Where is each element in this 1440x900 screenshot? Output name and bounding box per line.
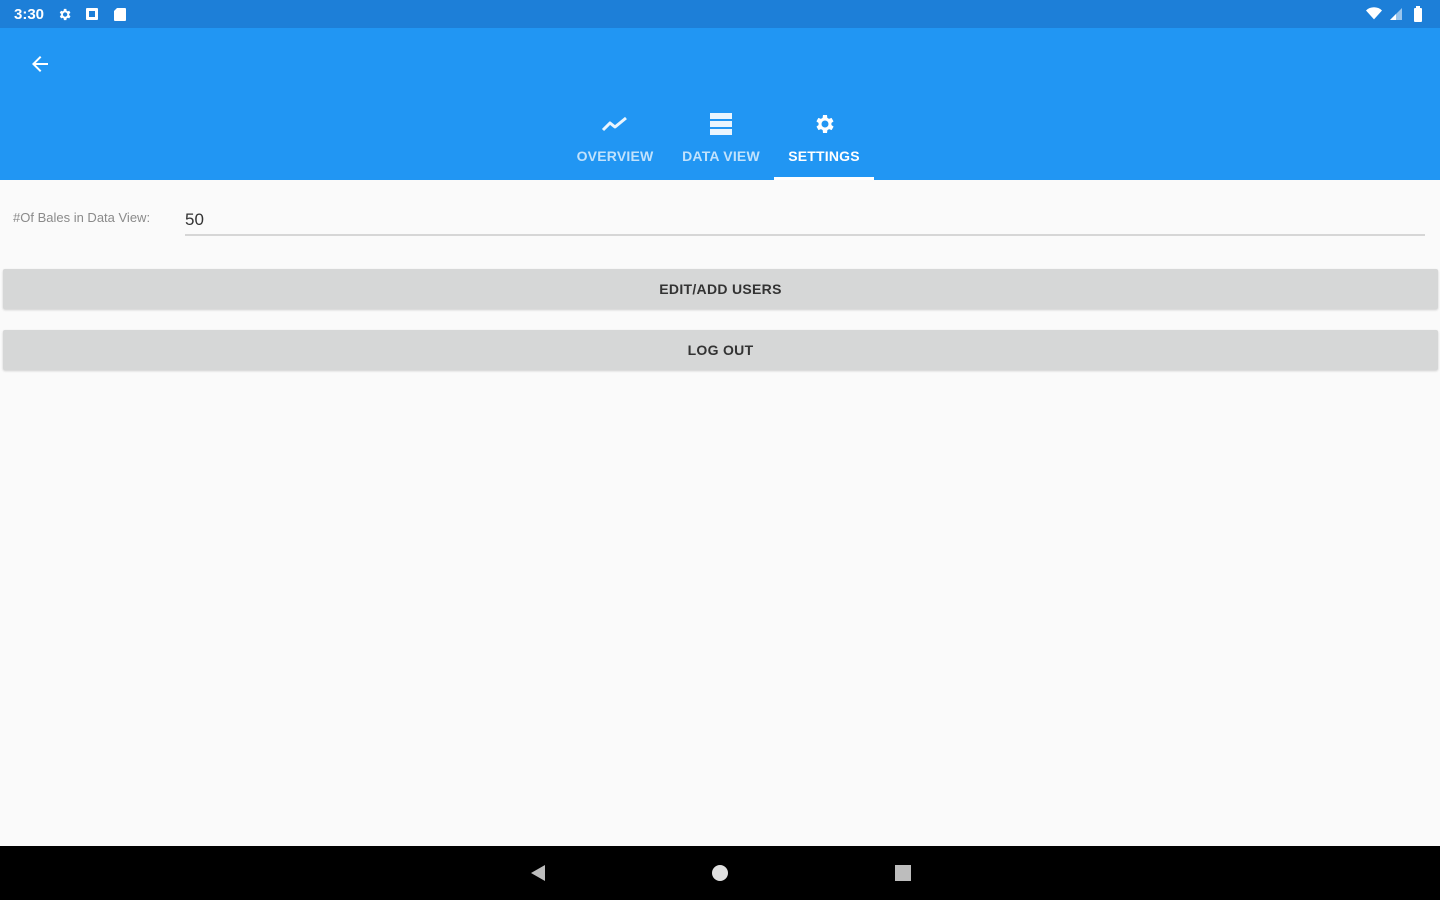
app-bar: OVERVIEW DATA VIEW SETTINGS xyxy=(0,28,1440,180)
square-icon xyxy=(84,6,100,22)
bales-count-input[interactable] xyxy=(185,202,1425,236)
status-bar: 3:30 xyxy=(0,0,1440,28)
edit-add-users-button[interactable]: EDIT/ADD USERS xyxy=(3,269,1438,309)
tab-overview[interactable]: OVERVIEW xyxy=(562,100,668,180)
status-time: 3:30 xyxy=(14,5,45,23)
gear-icon xyxy=(810,110,838,138)
sd-card-icon xyxy=(112,6,128,22)
back-triangle-icon[interactable] xyxy=(527,862,549,884)
recents-square-icon[interactable] xyxy=(892,862,914,884)
battery-icon xyxy=(1410,6,1426,22)
bales-field-row: #Of Bales in Data View: xyxy=(0,202,1440,238)
tab-data-view[interactable]: DATA VIEW xyxy=(668,100,774,180)
tab-data-view-label: DATA VIEW xyxy=(682,148,760,164)
status-right xyxy=(1366,6,1426,22)
status-left: 3:30 xyxy=(14,6,128,23)
system-nav-bar xyxy=(0,846,1440,900)
table-icon xyxy=(707,110,735,138)
signal-icon xyxy=(1388,6,1404,22)
bales-field-label: #Of Bales in Data View: xyxy=(13,210,151,225)
tab-bar: OVERVIEW DATA VIEW SETTINGS xyxy=(562,100,874,180)
home-circle-icon[interactable] xyxy=(709,862,731,884)
tab-overview-label: OVERVIEW xyxy=(576,148,654,164)
back-button[interactable] xyxy=(20,46,60,82)
tab-settings-label: SETTINGS xyxy=(788,148,860,164)
log-out-button[interactable]: LOG OUT xyxy=(3,330,1438,370)
settings-content: #Of Bales in Data View: EDIT/ADD USERS L… xyxy=(0,180,1440,846)
trending-up-icon xyxy=(601,110,629,138)
tab-settings[interactable]: SETTINGS xyxy=(774,100,874,180)
gear-icon xyxy=(56,6,72,22)
arrow-left-icon xyxy=(32,56,48,72)
wifi-icon xyxy=(1366,6,1382,22)
